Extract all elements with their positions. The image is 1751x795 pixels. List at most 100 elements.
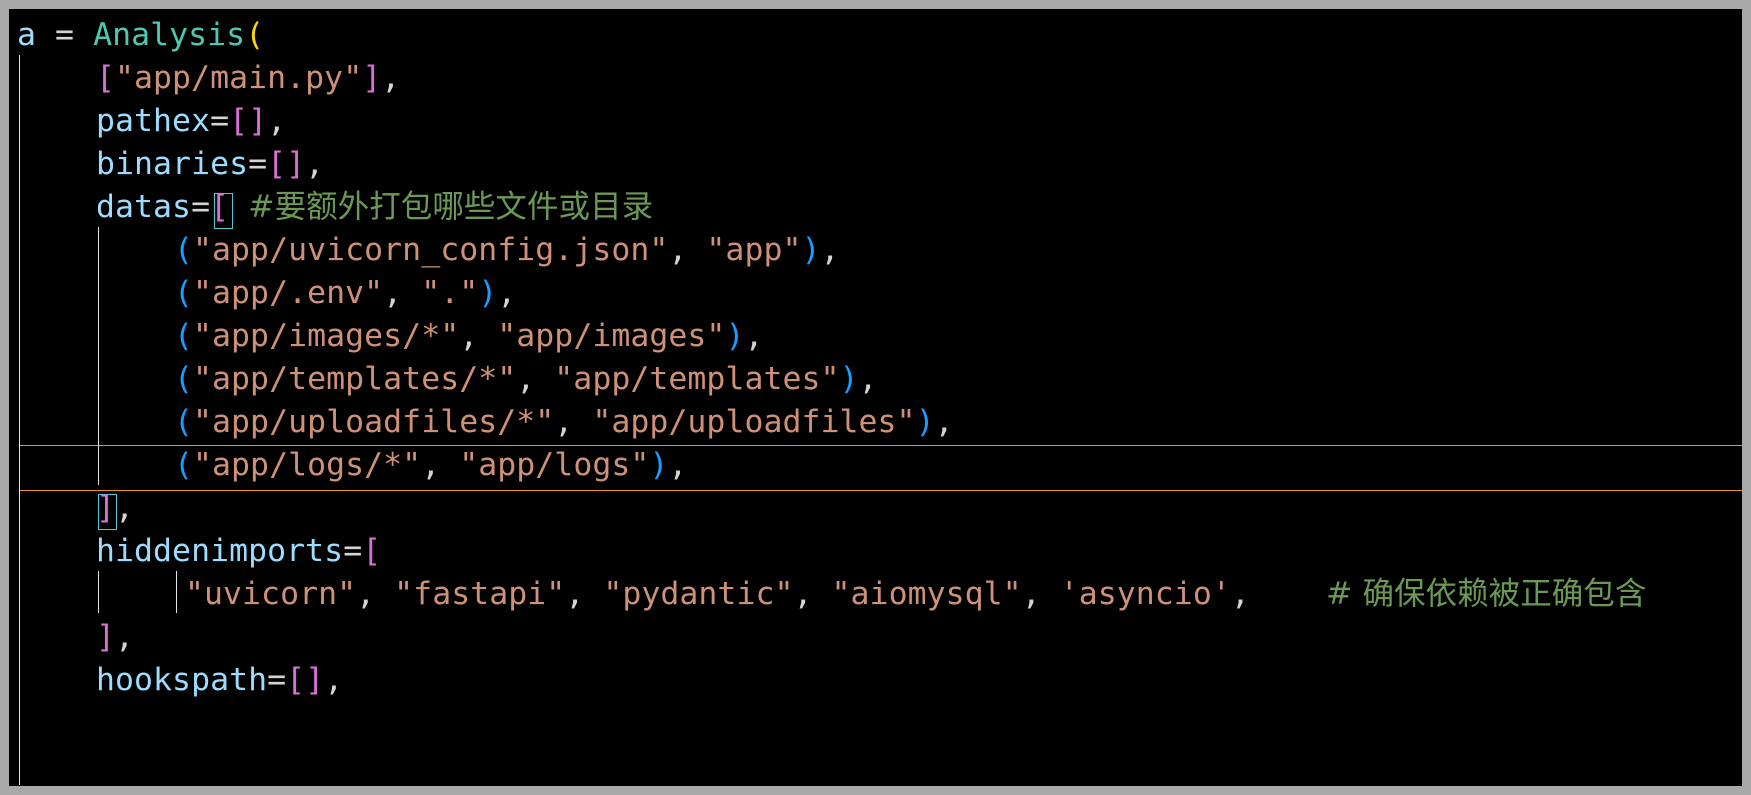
- indent-guide-datas: [98, 227, 99, 485]
- token-bracket: [: [229, 103, 249, 139]
- code-line-8[interactable]: ("app/images/*", "app/images"),: [174, 312, 763, 360]
- code-line-5[interactable]: datas=[ #要额外打包哪些文件或目录: [96, 183, 653, 231]
- token-bracket: ]: [96, 619, 116, 655]
- code-line-13[interactable]: hiddenimports=[: [96, 527, 381, 575]
- token-bracket: (: [174, 447, 194, 483]
- code-line-4[interactable]: binaries=[],: [96, 140, 324, 188]
- token-keyword-arg: hookspath: [96, 662, 268, 698]
- token-punct: ,: [565, 576, 604, 612]
- token-string: "app/images/*": [193, 318, 460, 354]
- token-op: =: [36, 17, 94, 53]
- token-string: 'asyncio': [1059, 576, 1231, 612]
- token-punct: ,: [459, 318, 498, 354]
- code-line-15[interactable]: ],: [96, 613, 134, 661]
- token-punct: ,: [793, 576, 832, 612]
- token-bracket: (: [174, 361, 194, 397]
- token-punct: ,: [858, 361, 878, 397]
- indent-guide-hiddenimports-inner: [176, 571, 177, 613]
- token-string: "fastapi": [394, 576, 566, 612]
- indent-guide-level1: [19, 55, 20, 785]
- token-bracket: [: [267, 146, 287, 182]
- token-string: "app/logs/*": [193, 447, 422, 483]
- token-punct: ,: [820, 232, 840, 268]
- token-punct: ,: [324, 662, 344, 698]
- code-line-14[interactable]: "uvicorn", "fastapi", "pydantic", "aiomy…: [185, 570, 1646, 618]
- token-punct: ,: [668, 232, 707, 268]
- token-string: ".": [421, 275, 479, 311]
- token-punct: ,: [381, 60, 401, 96]
- token-string: "app/templates": [554, 361, 840, 397]
- token-punct: ,: [1230, 576, 1250, 612]
- code-line-16[interactable]: hookspath=[],: [96, 656, 343, 704]
- token-bracket: ): [649, 447, 669, 483]
- token-keyword-arg: pathex: [96, 103, 211, 139]
- token-punct: ,: [356, 576, 395, 612]
- token-punct: ,: [383, 275, 422, 311]
- token-string: "app": [706, 232, 802, 268]
- token-op: =: [267, 662, 287, 698]
- token-punct: ,: [516, 361, 555, 397]
- token-string: "app/images": [497, 318, 726, 354]
- token-bracket: (: [245, 17, 265, 53]
- token-bracket: ]: [362, 60, 382, 96]
- token-op: =: [191, 189, 211, 225]
- token-punct: ,: [305, 146, 325, 182]
- code-line-10[interactable]: ("app/uploadfiles/*", "app/uploadfiles")…: [174, 398, 954, 446]
- token-bracket: (: [174, 404, 194, 440]
- editor-frame: a = Analysis( ["app/main.py"], pathex=[]…: [9, 9, 1742, 786]
- token-bracket: (: [174, 232, 194, 268]
- token-bracket: (: [174, 318, 194, 354]
- token-string: "app/uvicorn_config.json": [193, 232, 669, 268]
- token-punct: ,: [115, 490, 135, 526]
- token-string: "aiomysql": [831, 576, 1022, 612]
- code-line-6[interactable]: ("app/uvicorn_config.json", "app"),: [174, 226, 840, 274]
- token-punct: ,: [267, 103, 287, 139]
- token-punct: ,: [497, 275, 517, 311]
- token-string: "pydantic": [603, 576, 794, 612]
- code-line-7[interactable]: ("app/.env", "."),: [174, 269, 516, 317]
- token-string: "app/uploadfiles": [592, 404, 916, 440]
- token-bracket: [: [286, 662, 306, 698]
- code-line-3[interactable]: pathex=[],: [96, 97, 286, 145]
- token-string: "app/.env": [193, 275, 384, 311]
- token-bracket: ): [725, 318, 745, 354]
- token-comment: # 确保依赖被正确包含: [1325, 576, 1647, 612]
- token-punct: ,: [421, 447, 460, 483]
- token-keyword-arg: datas: [96, 189, 192, 225]
- token-punct: ,: [934, 404, 954, 440]
- code-editor[interactable]: a = Analysis( ["app/main.py"], pathex=[]…: [9, 9, 1742, 786]
- token-string: "app/logs": [459, 447, 650, 483]
- token-comment: #要额外打包哪些文件或目录: [248, 189, 654, 225]
- token-bracket: ): [915, 404, 935, 440]
- token-string: "app/main.py": [115, 60, 363, 96]
- token-punct: ,: [115, 619, 135, 655]
- token-bracket: ): [839, 361, 859, 397]
- token-bracket: ]: [305, 662, 325, 698]
- token-op: =: [210, 103, 230, 139]
- token-bracket: ): [478, 275, 498, 311]
- code-line-2[interactable]: ["app/main.py"],: [96, 54, 400, 102]
- token-string: "uvicorn": [185, 576, 357, 612]
- token-string: "app/templates/*": [193, 361, 517, 397]
- code-line-9[interactable]: ("app/templates/*", "app/templates"),: [174, 355, 878, 403]
- token-bracket: ]: [286, 146, 306, 182]
- token-whitespace: [1250, 576, 1307, 612]
- token-op: =: [343, 533, 363, 569]
- code-line-1[interactable]: a = Analysis(: [17, 11, 264, 59]
- token-bracket: [: [362, 533, 382, 569]
- token-string: "app/uploadfiles/*": [193, 404, 555, 440]
- token-bracket: ): [801, 232, 821, 268]
- token-bracket: [: [210, 189, 230, 225]
- code-line-12[interactable]: ],: [96, 484, 134, 532]
- token-punct: ,: [1021, 576, 1060, 612]
- token-punct: ,: [668, 447, 688, 483]
- token-keyword-arg: hiddenimports: [96, 533, 344, 569]
- token-bracket: [: [96, 60, 116, 96]
- code-line-11[interactable]: ("app/logs/*", "app/logs"),: [174, 441, 687, 489]
- indent-guide-hiddenimports: [98, 571, 99, 613]
- token-op: =: [248, 146, 268, 182]
- token-bracket: ]: [248, 103, 268, 139]
- token-bracket: (: [174, 275, 194, 311]
- token-keyword-arg: binaries: [96, 146, 249, 182]
- token-punct: ,: [744, 318, 764, 354]
